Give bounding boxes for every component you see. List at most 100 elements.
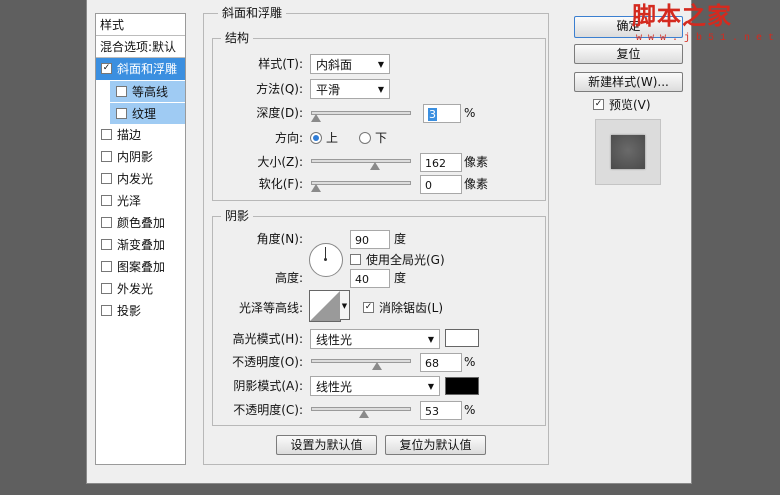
technique-select[interactable]: 平滑 ▼ bbox=[310, 79, 390, 99]
antialias-checkbox[interactable]: ✓ 消除锯齿(L) bbox=[363, 299, 443, 317]
angle-dial[interactable] bbox=[309, 243, 343, 277]
style-item-label: 等高线 bbox=[132, 85, 169, 99]
chevron-down-icon: ▼ bbox=[427, 382, 434, 391]
style-item-label: 渐变叠加 bbox=[117, 238, 166, 252]
style-item-label: 描边 bbox=[117, 128, 142, 142]
bevel-emboss-title: 斜面和浮雕 bbox=[218, 6, 287, 20]
style-item-label: 斜面和浮雕 bbox=[117, 62, 178, 76]
style-item[interactable]: 内阴影 bbox=[96, 146, 185, 168]
preview-swatch bbox=[611, 135, 645, 169]
soften-slider[interactable] bbox=[311, 181, 411, 192]
style-item[interactable]: 颜色叠加 bbox=[96, 212, 185, 234]
size-label: 大小(Z): bbox=[257, 155, 303, 169]
checkbox-checked-icon[interactable]: ✓ bbox=[101, 63, 112, 74]
shadow-opacity-slider[interactable] bbox=[311, 407, 411, 418]
checkbox-icon[interactable] bbox=[101, 261, 112, 272]
style-label: 样式(T): bbox=[258, 57, 303, 71]
style-item[interactable]: 图案叠加 bbox=[96, 256, 185, 278]
highlight-mode-select[interactable]: 线性光 ▼ bbox=[310, 329, 440, 349]
gloss-contour-picker[interactable] bbox=[309, 290, 341, 322]
contour-dropdown-button[interactable]: ▼ bbox=[340, 290, 350, 320]
highlight-opacity-thumb[interactable] bbox=[372, 362, 383, 370]
checkbox-icon[interactable] bbox=[116, 86, 127, 97]
highlight-color-swatch[interactable] bbox=[445, 329, 479, 347]
style-item[interactable]: 等高线 bbox=[110, 80, 185, 102]
new-style-button[interactable]: 新建样式(W)... bbox=[574, 72, 683, 92]
direction-up-radio[interactable]: 上 bbox=[310, 129, 338, 147]
soften-unit: 像素 bbox=[464, 177, 489, 191]
style-item-label: 图案叠加 bbox=[117, 260, 166, 274]
style-item[interactable]: 内发光 bbox=[96, 168, 185, 190]
depth-unit: % bbox=[464, 106, 476, 120]
radio-off-icon bbox=[359, 131, 371, 144]
make-default-button[interactable]: 设置为默认值 bbox=[276, 435, 377, 455]
structure-title: 结构 bbox=[221, 31, 254, 45]
shadow-opacity-unit: % bbox=[464, 403, 476, 417]
shadow-opacity-thumb[interactable] bbox=[358, 410, 369, 418]
style-item[interactable]: ✓ 斜面和浮雕 bbox=[96, 58, 185, 80]
angle-input[interactable]: 90 bbox=[350, 230, 390, 249]
reset-button[interactable]: 复位 bbox=[574, 44, 683, 64]
shadow-opacity-input[interactable]: 53 bbox=[420, 401, 462, 420]
depth-slider-thumb[interactable] bbox=[311, 114, 321, 122]
style-item-label: 外发光 bbox=[117, 282, 154, 296]
reset-default-button[interactable]: 复位为默认值 bbox=[385, 435, 486, 455]
style-item[interactable]: 描边 bbox=[96, 124, 185, 146]
soften-input[interactable]: 0 bbox=[420, 175, 462, 194]
checkbox-checked-icon: ✓ bbox=[593, 99, 604, 110]
style-item[interactable]: 渐变叠加 bbox=[96, 234, 185, 256]
size-slider[interactable] bbox=[311, 159, 411, 170]
depth-label: 深度(D): bbox=[256, 106, 303, 120]
style-item[interactable]: 纹理 bbox=[110, 102, 185, 124]
style-item-label: 内发光 bbox=[117, 172, 154, 186]
watermark-url: w w w . j b 5 1 . n e t bbox=[636, 33, 775, 44]
styles-header[interactable]: 样式 bbox=[96, 14, 185, 36]
style-item-label: 纹理 bbox=[132, 107, 157, 121]
highlight-mode-label: 高光模式(H): bbox=[232, 332, 303, 346]
depth-input[interactable]: 3 bbox=[423, 104, 461, 123]
checkbox-icon[interactable] bbox=[101, 217, 112, 228]
size-unit: 像素 bbox=[464, 155, 489, 169]
highlight-opacity-slider[interactable] bbox=[311, 359, 411, 370]
checkbox-icon[interactable] bbox=[101, 195, 112, 206]
shadow-mode-label: 阴影模式(A): bbox=[233, 379, 303, 393]
checkbox-icon[interactable] bbox=[101, 151, 112, 162]
shadow-color-swatch[interactable] bbox=[445, 377, 479, 395]
soften-slider-thumb[interactable] bbox=[311, 184, 321, 192]
blending-options-item[interactable]: 混合选项:默认 bbox=[96, 36, 185, 58]
style-item[interactable]: 投影 bbox=[96, 300, 185, 322]
contour-linear-icon bbox=[310, 291, 340, 321]
highlight-opacity-input[interactable]: 68 bbox=[420, 353, 462, 372]
highlight-opacity-label: 不透明度(O): bbox=[232, 355, 303, 369]
altitude-unit: 度 bbox=[394, 271, 407, 285]
checkbox-icon[interactable] bbox=[101, 173, 112, 184]
shading-title: 阴影 bbox=[221, 209, 254, 223]
checkbox-icon[interactable] bbox=[101, 129, 112, 140]
checkbox-icon[interactable] bbox=[101, 305, 112, 316]
global-light-checkbox[interactable]: 使用全局光(G) bbox=[350, 251, 445, 269]
soften-label: 软化(F): bbox=[258, 177, 303, 191]
size-slider-thumb[interactable] bbox=[370, 162, 381, 170]
radio-on-icon bbox=[310, 131, 322, 144]
altitude-input[interactable]: 40 bbox=[350, 269, 390, 288]
style-item[interactable]: 光泽 bbox=[96, 190, 185, 212]
style-item-label: 内阴影 bbox=[117, 150, 154, 164]
styles-list: 样式 混合选项:默认 ✓ 斜面和浮雕等高线纹理描边内阴影内发光光泽 颜色叠加渐变叠加… bbox=[95, 13, 186, 465]
shadow-mode-select[interactable]: 线性光 ▼ bbox=[310, 376, 440, 396]
style-item[interactable]: 外发光 bbox=[96, 278, 185, 300]
shadow-opacity-label: 不透明度(C): bbox=[233, 403, 303, 417]
chevron-down-icon: ▼ bbox=[341, 302, 348, 310]
checkbox-icon[interactable] bbox=[101, 283, 112, 294]
altitude-label: 高度: bbox=[274, 271, 303, 285]
checkbox-icon[interactable] bbox=[116, 108, 127, 119]
depth-slider[interactable] bbox=[311, 111, 411, 122]
checkbox-icon bbox=[350, 254, 361, 265]
checkbox-icon[interactable] bbox=[101, 239, 112, 250]
direction-down-radio[interactable]: 下 bbox=[359, 129, 387, 147]
angle-label: 角度(N): bbox=[256, 232, 303, 246]
size-input[interactable]: 162 bbox=[420, 153, 462, 172]
checkbox-checked-icon: ✓ bbox=[363, 302, 374, 313]
layer-style-dialog: 样式 混合选项:默认 ✓ 斜面和浮雕等高线纹理描边内阴影内发光光泽 颜色叠加渐变叠加… bbox=[86, 0, 692, 484]
style-select[interactable]: 内斜面 ▼ bbox=[310, 54, 390, 74]
preview-checkbox[interactable]: ✓ 预览(V) bbox=[593, 96, 651, 114]
